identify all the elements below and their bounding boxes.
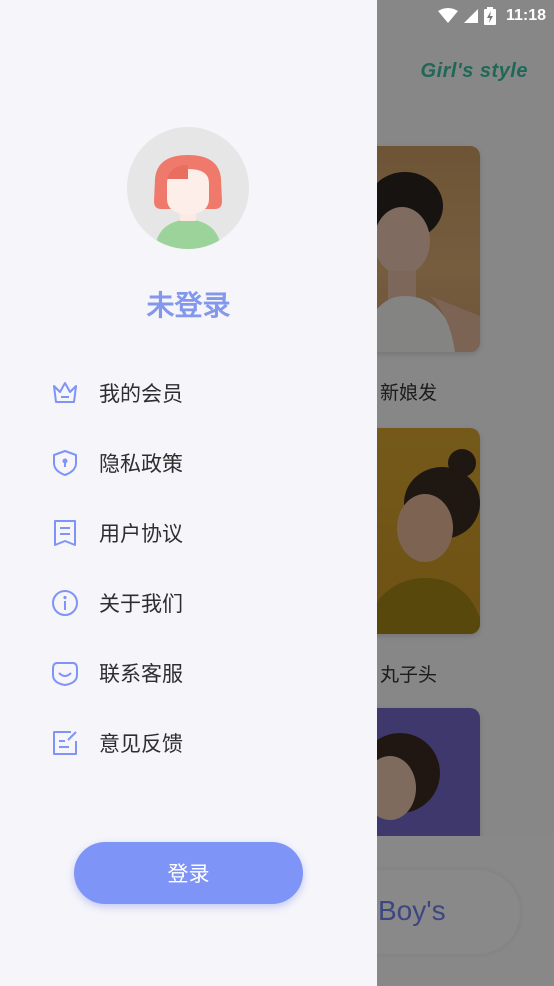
menu-item-user-agreement[interactable]: 用户协议 bbox=[0, 498, 377, 568]
navigation-drawer: 未登录 我的会员 隐私政策 用户协议 关于我们 联系客服 意见反馈 登录 bbox=[0, 0, 377, 986]
login-button[interactable]: 登录 bbox=[74, 842, 303, 904]
menu-item-privacy-policy[interactable]: 隐私政策 bbox=[0, 428, 377, 498]
menu-item-label: 隐私政策 bbox=[99, 452, 183, 476]
feedback-icon bbox=[50, 728, 80, 758]
menu-item-label: 意见反馈 bbox=[99, 732, 183, 756]
signal-icon bbox=[463, 9, 478, 23]
avatar[interactable] bbox=[127, 127, 249, 249]
menu-item-label: 联系客服 bbox=[99, 662, 183, 686]
battery-icon bbox=[483, 7, 496, 25]
crown-icon bbox=[50, 378, 80, 408]
menu-item-about-us[interactable]: 关于我们 bbox=[0, 568, 377, 638]
document-icon bbox=[50, 518, 80, 548]
menu-item-label: 我的会员 bbox=[99, 382, 183, 406]
customer-service-icon bbox=[50, 658, 80, 688]
wifi-icon bbox=[437, 8, 458, 23]
info-icon bbox=[50, 588, 80, 618]
menu-item-label: 用户协议 bbox=[99, 522, 183, 546]
menu-item-label: 关于我们 bbox=[99, 592, 183, 616]
menu-item-membership[interactable]: 我的会员 bbox=[0, 358, 377, 428]
menu-item-customer-service[interactable]: 联系客服 bbox=[0, 638, 377, 708]
login-status: 未登录 bbox=[146, 289, 231, 322]
shield-icon bbox=[50, 448, 80, 478]
drawer-menu: 我的会员 隐私政策 用户协议 关于我们 联系客服 意见反馈 bbox=[0, 358, 377, 778]
status-time: 11:18 bbox=[505, 7, 546, 24]
menu-item-feedback[interactable]: 意见反馈 bbox=[0, 708, 377, 778]
